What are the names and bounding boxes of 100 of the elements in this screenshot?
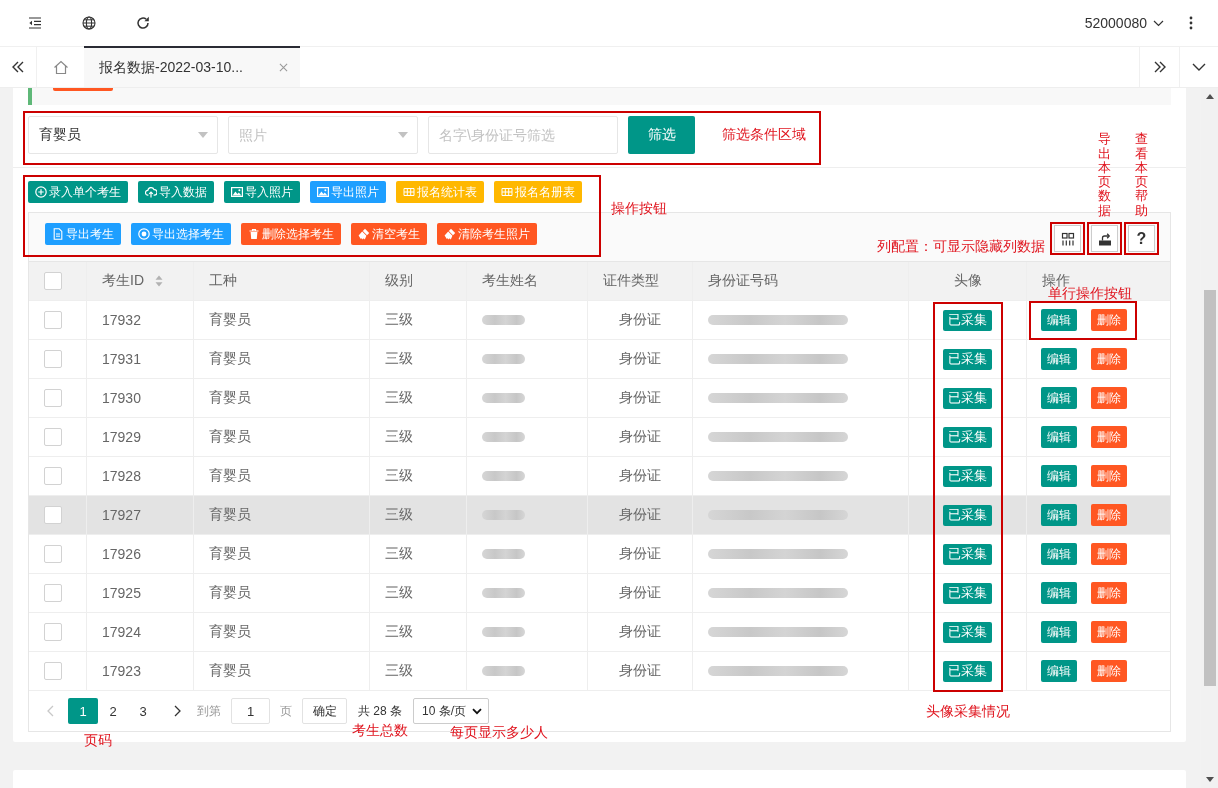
table-cell: 17932 xyxy=(87,301,194,339)
row-action-button[interactable]: 删除 xyxy=(1091,465,1127,487)
column-header: 身份证号码 xyxy=(708,272,778,290)
row-action-button[interactable]: 删除 xyxy=(1091,387,1127,409)
annotation-label: 考生总数 xyxy=(352,721,408,738)
export-photo-button[interactable]: 导出照片 xyxy=(310,181,386,203)
row-action-button[interactable]: 编辑 xyxy=(1041,504,1077,526)
row-checkbox[interactable] xyxy=(44,584,62,602)
row-checkbox[interactable] xyxy=(44,506,62,524)
chevron-down-icon[interactable] xyxy=(1192,63,1206,71)
photo-status-badge: 已采集 xyxy=(943,621,992,643)
row-action-button[interactable]: 编辑 xyxy=(1041,621,1077,643)
row-action-button[interactable]: 删除 xyxy=(1091,582,1127,604)
page-button[interactable]: 1 xyxy=(68,698,98,724)
column-header: 工种 xyxy=(209,272,237,290)
table-cell: 育婴员 xyxy=(194,340,370,378)
row-action-button[interactable]: 编辑 xyxy=(1041,465,1077,487)
table-cell: 身份证 xyxy=(588,457,693,495)
export-selected-button[interactable]: 导出选择考生 xyxy=(131,223,231,245)
row-action-button[interactable]: 编辑 xyxy=(1041,582,1077,604)
table-cell: 17927 xyxy=(87,496,194,534)
export-button[interactable]: 导出考生 xyxy=(45,223,121,245)
row-checkbox[interactable] xyxy=(44,467,62,485)
photo-status-badge: 已采集 xyxy=(943,660,992,682)
row-action-button[interactable]: 编辑 xyxy=(1041,387,1077,409)
row-action-button[interactable]: 删除 xyxy=(1091,660,1127,682)
table-cell: 育婴员 xyxy=(194,301,370,339)
double-chevron-right-icon[interactable] xyxy=(1152,61,1167,73)
scroll-down-icon[interactable] xyxy=(1205,777,1214,782)
table-cell: 17928 xyxy=(87,457,194,495)
close-icon[interactable] xyxy=(279,63,288,72)
chevron-down-icon xyxy=(1153,19,1164,27)
column-header: 考生ID xyxy=(102,272,144,290)
row-checkbox[interactable] xyxy=(44,662,62,680)
annotation-label: 筛选条件区域 xyxy=(722,126,806,144)
row-action-button[interactable]: 删除 xyxy=(1091,309,1127,331)
table-cell: 身份证 xyxy=(588,418,693,456)
select-all-checkbox[interactable] xyxy=(44,272,62,290)
globe-icon[interactable] xyxy=(82,16,96,30)
tab[interactable]: 报名数据-2022-03-10... xyxy=(84,46,300,87)
plus-circle-icon xyxy=(35,186,47,198)
cloud-upload-icon xyxy=(145,186,157,198)
column-header: 证件类型 xyxy=(603,272,659,290)
more-options-icon[interactable] xyxy=(1189,16,1193,30)
row-action-button[interactable]: 编辑 xyxy=(1041,426,1077,448)
delete-selected-button[interactable]: 删除选择考生 xyxy=(241,223,341,245)
row-action-button[interactable]: 编辑 xyxy=(1041,660,1077,682)
column-header: 级别 xyxy=(385,272,413,290)
page-button[interactable]: 2 xyxy=(98,698,128,724)
table-cell: 17923 xyxy=(87,652,194,690)
table-cell: 三级 xyxy=(370,379,467,417)
import-photo-button[interactable]: 导入照片 xyxy=(224,181,300,203)
table-cell: 三级 xyxy=(370,301,467,339)
table-cell: 三级 xyxy=(370,652,467,690)
row-checkbox[interactable] xyxy=(44,623,62,641)
table-cell: 三级 xyxy=(370,574,467,612)
row-action-button[interactable]: 删除 xyxy=(1091,543,1127,565)
row-checkbox[interactable] xyxy=(44,311,62,329)
menu-fold-icon[interactable] xyxy=(28,16,42,30)
import-button[interactable]: 导入数据 xyxy=(138,181,214,203)
row-action-button[interactable]: 删除 xyxy=(1091,504,1127,526)
user-menu[interactable]: 52000080 xyxy=(1084,15,1164,31)
sort-icon[interactable] xyxy=(155,275,163,287)
add-button[interactable]: 录入单个考生 xyxy=(28,181,128,203)
chevron-left-icon xyxy=(46,705,54,717)
filter-button[interactable]: 筛选 xyxy=(628,116,695,154)
row-checkbox[interactable] xyxy=(44,428,62,446)
home-icon[interactable] xyxy=(52,59,69,75)
table-cell: 身份证 xyxy=(588,301,693,339)
row-checkbox[interactable] xyxy=(44,350,62,368)
row-action-button[interactable]: 编辑 xyxy=(1041,348,1077,370)
row-action-button[interactable]: 编辑 xyxy=(1041,543,1077,565)
page-size-select[interactable]: 10 条/页 xyxy=(413,698,489,724)
filter-select[interactable]: 育婴员 xyxy=(28,116,218,154)
annotation-label: 页码 xyxy=(84,732,112,748)
clear-button[interactable]: 清空考生 xyxy=(351,223,427,245)
annotation-label: 列配置：可显示隐藏列数据 xyxy=(877,238,1045,254)
row-checkbox[interactable] xyxy=(44,389,62,407)
page-number-input[interactable]: 1 xyxy=(231,698,270,724)
double-chevron-left-icon[interactable] xyxy=(11,61,25,73)
table-cell: 17925 xyxy=(87,574,194,612)
clear-photos-button[interactable]: 清除考生照片 xyxy=(437,223,537,245)
table-cell: 三级 xyxy=(370,457,467,495)
row-action-button[interactable]: 编辑 xyxy=(1041,309,1077,331)
row-action-button[interactable]: 删除 xyxy=(1091,348,1127,370)
table-cell: 17929 xyxy=(87,418,194,456)
scrollbar-thumb[interactable] xyxy=(1203,290,1216,686)
row-action-button[interactable]: 删除 xyxy=(1091,426,1127,448)
help-tool-button[interactable]: ? xyxy=(1128,225,1155,252)
confirm-button[interactable]: 确定 xyxy=(302,698,347,724)
chevron-right-icon xyxy=(173,705,181,717)
filter-select[interactable]: 照片 xyxy=(228,116,418,154)
scroll-up-icon[interactable] xyxy=(1205,94,1214,99)
row-action-button[interactable]: 删除 xyxy=(1091,621,1127,643)
refresh-icon[interactable] xyxy=(136,16,150,30)
column-header: 操作 xyxy=(1042,272,1070,288)
table-cell: 身份证 xyxy=(588,535,693,573)
table-cell: 育婴员 xyxy=(194,418,370,456)
row-checkbox[interactable] xyxy=(44,545,62,563)
page-button[interactable]: 3 xyxy=(128,698,158,724)
